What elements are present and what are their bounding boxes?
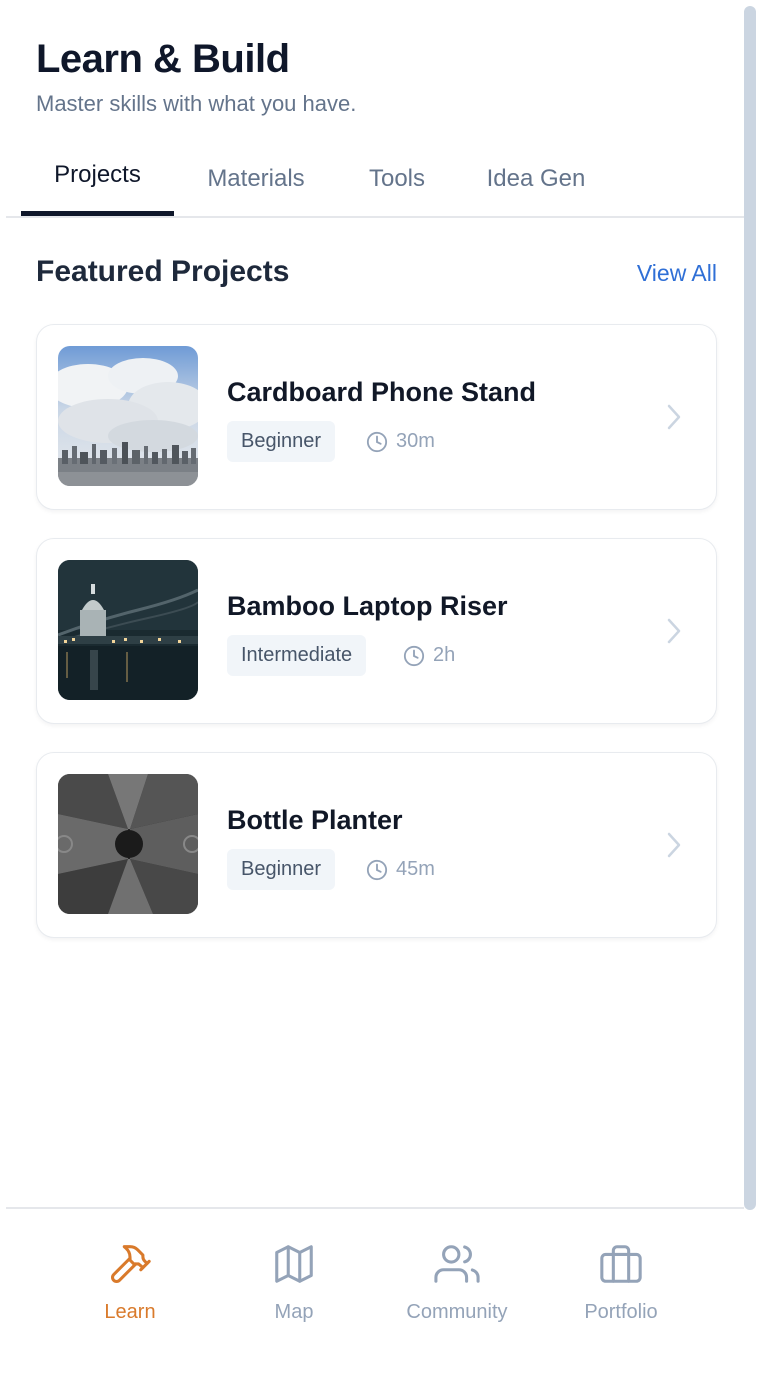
duration: 30m (366, 421, 435, 462)
chevron-right-icon (667, 404, 681, 430)
app-screen: Learn & Build Master skills with what yo… (0, 0, 770, 1378)
nav-community[interactable]: Community (377, 1209, 537, 1339)
tab-idea-gen[interactable]: Idea Gen (472, 140, 600, 218)
clock-icon (403, 645, 425, 666)
page-header: Learn & Build Master skills with what yo… (36, 34, 356, 118)
project-thumbnail (58, 346, 198, 486)
tab-projects[interactable]: Projects (21, 136, 174, 216)
map-icon (271, 1241, 317, 1287)
project-thumbnail (58, 774, 198, 914)
duration-text: 2h (433, 644, 456, 666)
nav-label: Map (274, 1301, 314, 1323)
difficulty-badge: Beginner (227, 849, 336, 890)
project-card[interactable]: Bamboo Laptop Riser Intermediate 2h (36, 538, 717, 724)
view-all-link[interactable]: View All (637, 256, 717, 290)
chevron-right-icon (667, 832, 681, 858)
section-title: Featured Projects (36, 255, 290, 288)
clock-icon (366, 859, 388, 880)
duration-text: 30m (396, 430, 435, 452)
duration: 2h (403, 635, 455, 676)
project-title: Bottle Planter (227, 805, 403, 835)
chevron-right-icon (667, 618, 681, 644)
project-thumbnail (58, 560, 198, 700)
clock-icon (366, 431, 388, 452)
project-title: Cardboard Phone Stand (227, 377, 537, 407)
duration-text: 45m (396, 858, 435, 880)
nav-map[interactable]: Map (214, 1209, 374, 1339)
difficulty-badge: Intermediate (227, 635, 367, 676)
project-card[interactable]: Bottle Planter Beginner 45m (36, 752, 717, 938)
tab-tools[interactable]: Tools (351, 140, 443, 218)
tab-bar: Projects Materials Tools Idea Gen (6, 140, 744, 218)
difficulty-badge: Beginner (227, 421, 336, 462)
nav-learn[interactable]: Learn (50, 1209, 210, 1339)
project-card[interactable]: Cardboard Phone Stand Beginner 30m (36, 324, 717, 510)
hammer-icon (106, 1241, 154, 1287)
users-icon (433, 1241, 481, 1287)
duration: 45m (366, 849, 435, 890)
nav-label: Community (406, 1301, 508, 1323)
briefcase-icon (597, 1241, 645, 1287)
nav-label: Learn (104, 1301, 156, 1323)
bottom-nav: Learn Map Community Portfolio (6, 1207, 744, 1378)
project-title: Bamboo Laptop Riser (227, 591, 508, 621)
page-subtitle: Master skills with what you have. (36, 91, 357, 116)
page-title: Learn & Build (36, 37, 290, 81)
featured-header: Featured Projects View All (36, 252, 717, 292)
tab-materials[interactable]: Materials (190, 140, 322, 218)
scrollbar[interactable] (744, 6, 756, 1210)
nav-portfolio[interactable]: Portfolio (541, 1209, 701, 1339)
nav-label: Portfolio (584, 1301, 658, 1323)
